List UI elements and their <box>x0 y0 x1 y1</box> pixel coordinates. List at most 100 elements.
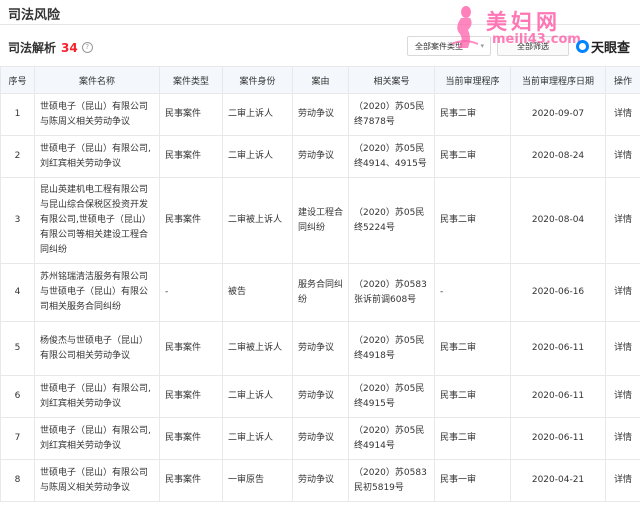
column-header: 当前审理程序日期 <box>510 66 606 94</box>
case-stage: 民事二审 <box>434 135 511 178</box>
case-type: 民事案件 <box>159 321 223 376</box>
case-cause: 劳动争议 <box>292 135 349 178</box>
case-type: 民事案件 <box>159 93 223 136</box>
row-index: 6 <box>0 375 35 418</box>
case-type: 民事案件 <box>159 459 223 502</box>
column-header: 案件类型 <box>159 66 223 94</box>
table-row: 3 昆山英建机电工程有限公司与昆山综合保税区投资开发有限公司,世硕电子（昆山）有… <box>0 177 640 264</box>
brand-logo-icon <box>576 40 589 53</box>
table-row: 1 世硕电子（昆山）有限公司与陈周义相关劳动争议 民事案件 二审上诉人 劳动争议… <box>0 93 640 136</box>
case-count: 34 <box>61 40 78 55</box>
case-role: 被告 <box>222 263 293 322</box>
case-name-link[interactable]: 杨俊杰与世硕电子（昆山）有限公司相关劳动争议 <box>34 321 160 376</box>
details-link[interactable]: 详情 <box>605 263 640 322</box>
case-stage: 民事二审 <box>434 375 511 418</box>
details-link[interactable]: 详情 <box>605 177 640 264</box>
case-number: （2020）苏05民终5224号 <box>348 177 435 264</box>
case-name-link[interactable]: 世硕电子（昆山）有限公司,刘红宾相关劳动争议 <box>34 375 160 418</box>
case-number: （2020）苏05民终4918号 <box>348 321 435 376</box>
details-link[interactable]: 详情 <box>605 375 640 418</box>
column-header: 案件身份 <box>222 66 293 94</box>
case-cause: 建设工程合同纠纷 <box>292 177 349 264</box>
case-role: 二审上诉人 <box>222 417 293 460</box>
row-index: 4 <box>0 263 35 322</box>
column-header: 案由 <box>292 66 349 94</box>
case-stage: 民事二审 <box>434 417 511 460</box>
help-icon[interactable]: ? <box>81 42 93 53</box>
details-link[interactable]: 详情 <box>605 135 640 178</box>
case-type: 民事案件 <box>159 417 223 460</box>
brand-name: 天眼查 <box>591 41 631 56</box>
case-stage: 民事一审 <box>434 459 511 502</box>
table-row: 8 世硕电子（昆山）有限公司与陈周义相关劳动争议 民事案件 一审原告 劳动争议 … <box>0 459 640 502</box>
case-cause: 劳动争议 <box>292 459 349 502</box>
column-header: 当前审理程序 <box>434 66 511 94</box>
case-type: 民事案件 <box>159 135 223 178</box>
watermark-url: meili43.com <box>492 32 581 47</box>
section-title: 司法风险 <box>8 8 61 23</box>
case-name-link[interactable]: 世硕电子（昆山）有限公司与陈周义相关劳动争议 <box>34 93 160 136</box>
case-role: 二审上诉人 <box>222 135 293 178</box>
case-type: 民事案件 <box>159 375 223 418</box>
case-name-link[interactable]: 世硕电子（昆山）有限公司与陈周义相关劳动争议 <box>34 459 160 502</box>
row-index: 5 <box>0 321 35 376</box>
case-number: （2020）苏0583张诉前调608号 <box>348 263 435 322</box>
case-date: 2020-06-11 <box>510 375 606 418</box>
case-cause: 劳动争议 <box>292 417 349 460</box>
sub-header-label: 司法解析 <box>8 41 57 55</box>
row-index: 2 <box>0 135 35 178</box>
row-index: 1 <box>0 93 35 136</box>
case-date: 2020-06-16 <box>510 263 606 322</box>
case-cause: 服务合同纠纷 <box>292 263 349 322</box>
case-date: 2020-06-11 <box>510 417 606 460</box>
case-role: 二审上诉人 <box>222 93 293 136</box>
watermark-figure-icon <box>451 6 479 48</box>
case-number: （2020）苏05民终7878号 <box>348 93 435 136</box>
case-name-link[interactable]: 昆山英建机电工程有限公司与昆山综合保税区投资开发有限公司,世硕电子（昆山）有限公… <box>34 177 160 264</box>
case-number: （2020）苏05民终4915号 <box>348 375 435 418</box>
case-stage: 民事二审 <box>434 93 511 136</box>
case-date: 2020-08-04 <box>510 177 606 264</box>
details-link[interactable]: 详情 <box>605 321 640 376</box>
table-row: 5 杨俊杰与世硕电子（昆山）有限公司相关劳动争议 民事案件 二审被上诉人 劳动争… <box>0 321 640 376</box>
case-number: （2020）苏05民终4914、4915号 <box>348 135 435 178</box>
case-stage: 民事二审 <box>434 321 511 376</box>
case-type: 民事案件 <box>159 177 223 264</box>
case-type: - <box>159 263 223 322</box>
case-cause: 劳动争议 <box>292 375 349 418</box>
row-index: 7 <box>0 417 35 460</box>
case-date: 2020-09-07 <box>510 93 606 136</box>
case-name-link[interactable]: 苏州铭瑞清洁服务有限公司与世硕电子（昆山）有限公司相关服务合同纠纷 <box>34 263 160 322</box>
sub-header: 司法解析 34 ? <box>8 39 93 56</box>
case-role: 二审被上诉人 <box>222 177 293 264</box>
case-cause: 劳动争议 <box>292 321 349 376</box>
case-role: 二审被上诉人 <box>222 321 293 376</box>
case-stage: 民事二审 <box>434 177 511 264</box>
case-number: （2020）苏0583民初5819号 <box>348 459 435 502</box>
case-date: 2020-08-24 <box>510 135 606 178</box>
details-link[interactable]: 详情 <box>605 417 640 460</box>
details-link[interactable]: 详情 <box>605 93 640 136</box>
details-link[interactable]: 详情 <box>605 459 640 502</box>
row-index: 3 <box>0 177 35 264</box>
column-header: 操作 <box>605 66 640 94</box>
case-number: （2020）苏05民终4914号 <box>348 417 435 460</box>
table-row: 2 世硕电子（昆山）有限公司,刘红宾相关劳动争议 民事案件 二审上诉人 劳动争议… <box>0 135 640 178</box>
case-name-link[interactable]: 世硕电子（昆山）有限公司,刘红宾相关劳动争议 <box>34 417 160 460</box>
case-date: 2020-06-11 <box>510 321 606 376</box>
table-row: 6 世硕电子（昆山）有限公司,刘红宾相关劳动争议 民事案件 二审上诉人 劳动争议… <box>0 375 640 418</box>
case-table: 序号 案件名称 案件类型 案件身份 案由 相关案号 当前审理程序 当前审理程序日… <box>0 66 640 502</box>
case-stage: - <box>434 263 511 322</box>
case-role: 一审原告 <box>222 459 293 502</box>
case-name-link[interactable]: 世硕电子（昆山）有限公司,刘红宾相关劳动争议 <box>34 135 160 178</box>
table-header-row: 序号 案件名称 案件类型 案件身份 案由 相关案号 当前审理程序 当前审理程序日… <box>0 66 640 94</box>
table-row: 7 世硕电子（昆山）有限公司,刘红宾相关劳动争议 民事案件 二审上诉人 劳动争议… <box>0 417 640 460</box>
case-role: 二审上诉人 <box>222 375 293 418</box>
case-date: 2020-04-21 <box>510 459 606 502</box>
column-header: 案件名称 <box>34 66 160 94</box>
row-index: 8 <box>0 459 35 502</box>
table-row: 4 苏州铭瑞清洁服务有限公司与世硕电子（昆山）有限公司相关服务合同纠纷 - 被告… <box>0 263 640 322</box>
column-header: 序号 <box>0 66 35 94</box>
case-cause: 劳动争议 <box>292 93 349 136</box>
column-header: 相关案号 <box>348 66 435 94</box>
